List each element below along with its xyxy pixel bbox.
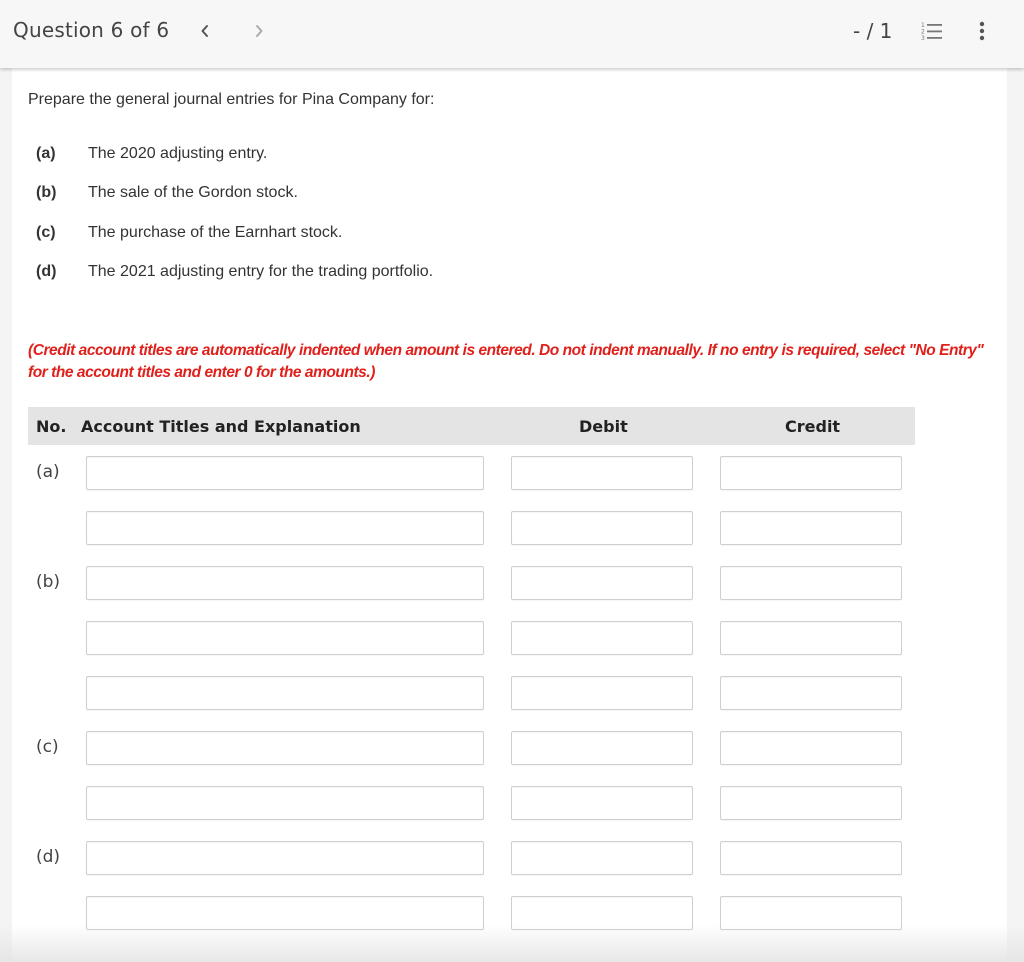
debit-input[interactable] [511,786,693,820]
credit-input[interactable] [720,786,902,820]
journal-table-header: No. Account Titles and Explanation Debit… [28,407,915,445]
score-display: - / 1 [853,19,893,43]
account-title-input[interactable] [86,511,484,545]
debit-input[interactable] [511,566,693,600]
debit-input[interactable] [511,731,693,765]
credit-input[interactable] [720,841,902,875]
entry-label: (c) [36,737,59,757]
debit-input[interactable] [511,676,693,710]
svg-text:3: 3 [921,35,925,42]
credit-input[interactable] [720,731,902,765]
question-title: Question 6 of 6 [13,18,170,42]
journal-row [0,511,1024,545]
header-debit: Debit [579,417,628,436]
account-title-input[interactable] [86,676,484,710]
part-text: The purchase of the Earnhart stock. [88,224,343,241]
journal-row [0,896,1024,930]
debit-input[interactable] [511,511,693,545]
more-options-button[interactable] [976,20,988,42]
debit-input[interactable] [511,621,693,655]
credit-input[interactable] [720,456,902,490]
chevron-right-icon [256,25,263,37]
journal-row: (c) [0,731,1024,765]
part-label: (d) [36,263,57,280]
journal-row: (d) [0,841,1024,875]
part-label: (c) [36,224,56,241]
entry-label: (d) [36,847,61,867]
account-title-input[interactable] [86,841,484,875]
numbered-list-icon: 1 2 3 [921,22,942,42]
header-credit: Credit [785,417,841,436]
question-list-button[interactable]: 1 2 3 [920,20,944,42]
header-account-titles: Account Titles and Explanation [81,417,361,436]
journal-row: (a) [0,456,1024,490]
header-no: No. [36,417,67,436]
part-label: (a) [36,145,56,162]
chevron-left-icon [201,25,208,37]
entry-label: (b) [36,572,61,592]
journal-row [0,621,1024,655]
part-text: The 2020 adjusting entry. [88,145,268,162]
entry-instructions: (Credit account titles are automatically… [28,342,984,381]
more-vertical-icon [979,21,985,41]
part-label: (b) [36,184,57,201]
question-header: Question 6 of 6 - / 1 1 2 3 [0,0,1024,68]
account-title-input[interactable] [86,731,484,765]
credit-input[interactable] [720,896,902,930]
next-question-button[interactable] [249,19,269,43]
journal-row: (b) [0,566,1024,600]
previous-question-button[interactable] [195,19,215,43]
credit-input[interactable] [720,511,902,545]
question-intro: Prepare the general journal entries for … [28,91,435,108]
credit-input[interactable] [720,621,902,655]
debit-input[interactable] [511,896,693,930]
account-title-input[interactable] [86,621,484,655]
account-title-input[interactable] [86,566,484,600]
entry-label: (a) [36,462,60,482]
debit-input[interactable] [511,456,693,490]
part-text: The 2021 adjusting entry for the trading… [88,263,434,280]
journal-row [0,786,1024,820]
credit-input[interactable] [720,676,902,710]
part-text: The sale of the Gordon stock. [88,184,298,201]
journal-row [0,676,1024,710]
credit-input[interactable] [720,566,902,600]
debit-input[interactable] [511,841,693,875]
account-title-input[interactable] [86,786,484,820]
account-title-input[interactable] [86,456,484,490]
account-title-input[interactable] [86,896,484,930]
